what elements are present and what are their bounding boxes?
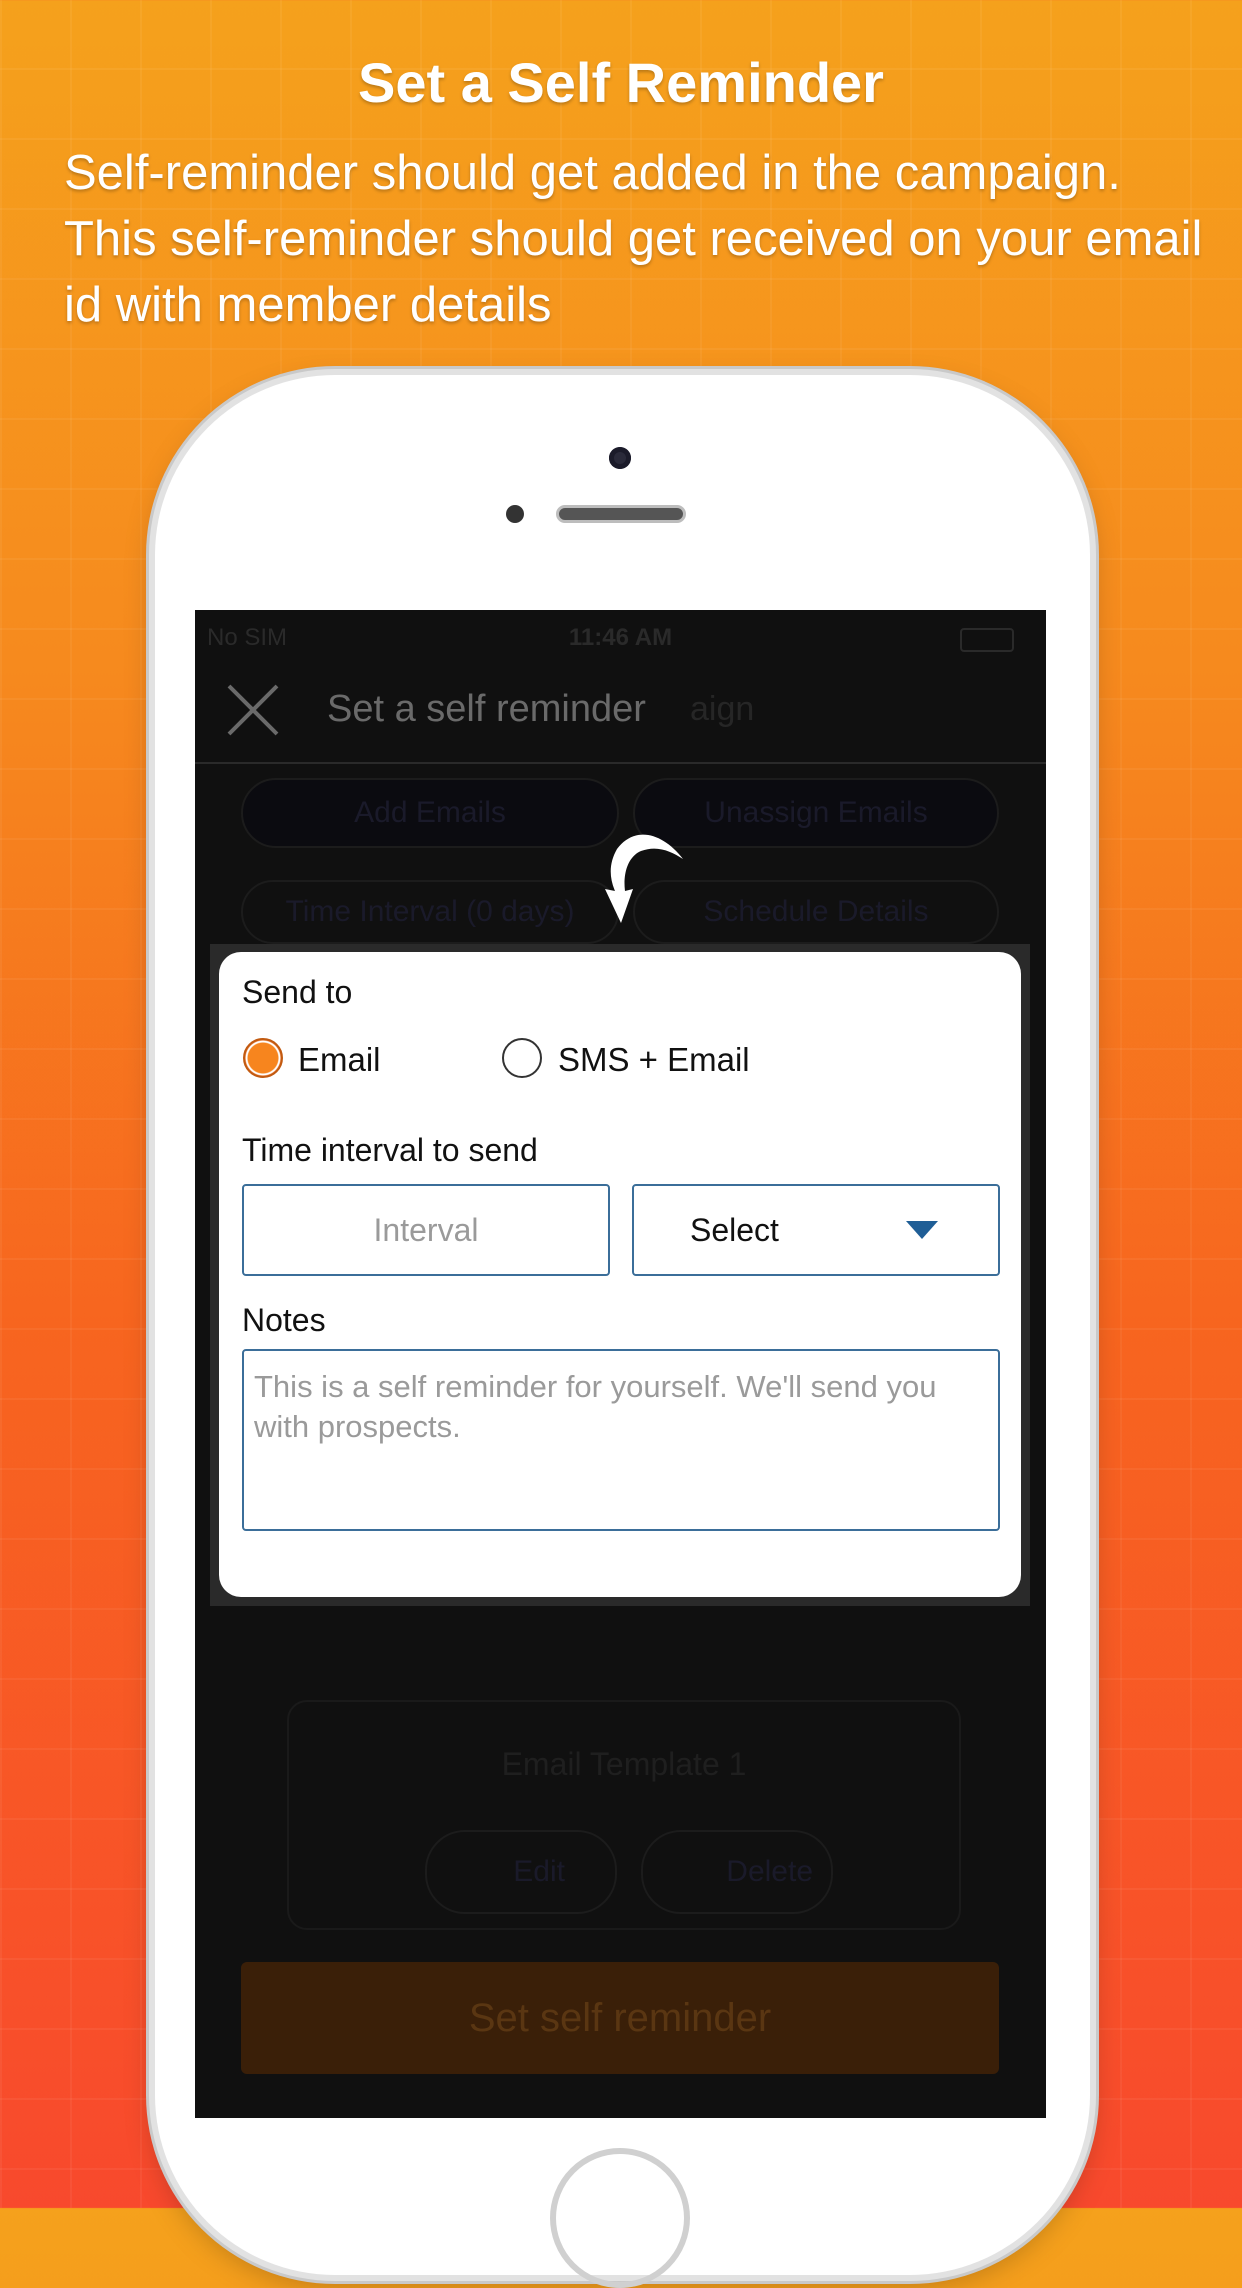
nav-title: Set a self reminder [327,688,646,730]
battery-icon [960,628,1014,652]
clock: 11:46 AM [568,624,673,651]
edit-label: Edit [513,1855,565,1888]
status-bar: No SIM 11:46 AM [207,618,1034,658]
front-camera [609,447,631,469]
template-name: Email Template 1 [501,1746,747,1782]
delete-button[interactable]: Delete [641,1830,833,1914]
radio-email-label[interactable]: Email [298,1041,381,1079]
curved-arrow-icon [605,834,683,923]
set-self-reminder-button[interactable]: Set self reminder [241,1962,999,2074]
time-interval-button[interactable]: Time Interval (0 days) [241,880,619,944]
earpiece-speaker [556,505,686,523]
schedule-details-label: Schedule Details [703,895,929,928]
radio-sms-email[interactable] [502,1038,542,1078]
add-emails-button[interactable]: Add Emails [241,778,619,848]
notes-textarea[interactable]: This is a self reminder for yourself. We… [242,1349,1000,1531]
home-button[interactable] [550,2148,690,2288]
promo-subtitle: Self-reminder should get added in the ca… [64,146,1203,332]
select-value: Select [690,1212,779,1248]
interval-input[interactable]: Interval [242,1184,610,1276]
interval-placeholder: Interval [373,1212,479,1248]
chevron-down-icon [906,1221,938,1239]
edit-button[interactable]: Edit [425,1830,617,1914]
nav-title-underlay: aign [690,690,755,728]
time-interval-label: Time Interval (0 days) [285,895,575,928]
set-self-reminder-label: Set self reminder [468,1996,772,2040]
nav-bar: Set a self reminder aign [195,658,1046,764]
add-emails-label: Add Emails [354,796,506,829]
send-to-label: Send to [242,974,353,1010]
promo-title: Set a Self Reminder [358,51,884,114]
time-interval-label: Time interval to send [242,1132,538,1168]
radio-email[interactable] [243,1038,283,1078]
notes-label: Notes [242,1302,326,1338]
radio-sms-email-label[interactable]: SMS + Email [558,1041,750,1079]
interval-unit-select[interactable]: Select [632,1184,1000,1276]
notes-placeholder: This is a self reminder for yourself. We… [254,1369,937,1444]
delete-label: Delete [726,1855,813,1888]
close-icon[interactable] [225,682,281,738]
email-template-card: Email Template 1 Edit Delete [287,1700,961,1930]
unassign-emails-label: Unassign Emails [704,796,928,829]
self-reminder-dialog: Send to Email SMS + Email Time interval … [219,952,1021,1597]
proximity-sensor [506,505,524,523]
